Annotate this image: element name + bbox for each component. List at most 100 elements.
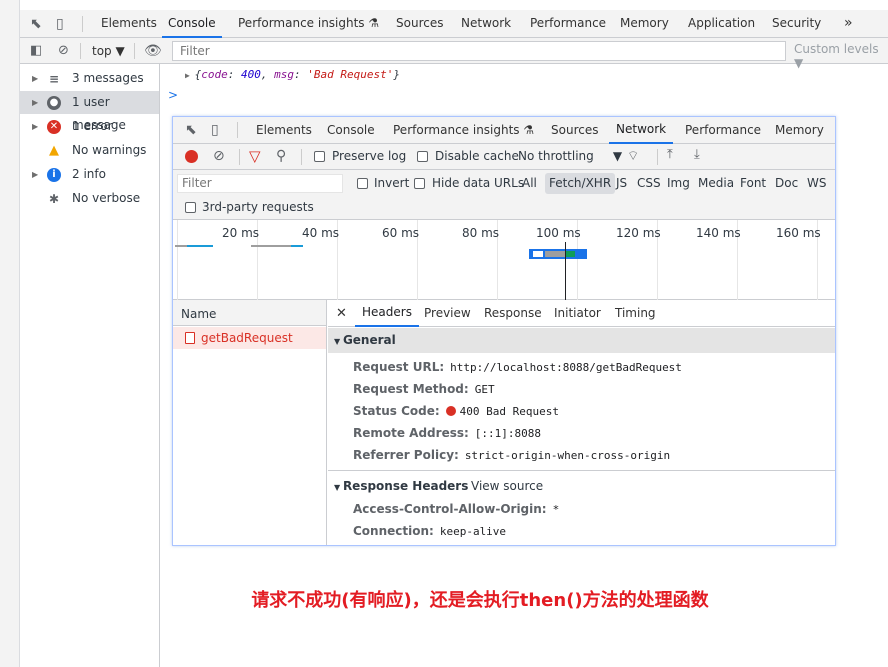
timeline-tick-label: 80 ms xyxy=(462,226,500,240)
tab-application[interactable]: Application xyxy=(688,10,755,38)
throttling-select[interactable]: No throttling ▼ xyxy=(518,149,622,163)
sidebar-toggle-icon[interactable]: ◧ xyxy=(30,43,42,59)
sidebar-item-verbose[interactable]: ✱ No verbose xyxy=(20,187,159,210)
console-filter-input[interactable]: Filter xyxy=(172,41,786,61)
clear-console-icon[interactable]: ⊘ xyxy=(58,43,69,59)
annotation-caption: 请求不成功(有响应)，还是会执行then()方法的处理函数 xyxy=(251,590,709,611)
filter-type-doc[interactable]: Doc xyxy=(775,176,798,190)
tab-sources[interactable]: Sources xyxy=(551,117,598,144)
status-error-icon xyxy=(445,406,456,416)
filter-funnel-icon[interactable]: ▽ xyxy=(249,147,261,165)
clear-icon[interactable]: ⊘ xyxy=(213,148,225,164)
warning-icon: ▲ xyxy=(49,143,59,158)
collapse-arrow-icon: ▼ xyxy=(334,483,343,492)
eye-icon[interactable]: 👁 xyxy=(144,43,162,59)
inspect-element-icon[interactable]: ⬉ xyxy=(185,122,197,138)
device-toolbar-icon[interactable]: ▯ xyxy=(56,16,64,32)
tab-headers[interactable]: Headers xyxy=(355,300,419,327)
tab-timing[interactable]: Timing xyxy=(615,300,656,327)
tab-console[interactable]: Console xyxy=(327,117,375,144)
request-row[interactable]: getBadRequest xyxy=(173,327,326,349)
divider xyxy=(237,122,238,138)
sidebar-item-user-messages[interactable]: ▶ ● 1 user message xyxy=(20,91,159,132)
divider xyxy=(80,43,81,59)
timeline-bar xyxy=(291,245,303,247)
header-row-status-code: Status Code: 400 Bad Request xyxy=(353,404,559,418)
preserve-log-checkbox[interactable] xyxy=(314,151,325,162)
tab-memory[interactable]: Memory xyxy=(620,10,669,38)
more-tabs-button[interactable]: » xyxy=(844,10,853,38)
sidebar-item-label: 1 error xyxy=(72,119,113,133)
import-har-icon[interactable]: ⤒ xyxy=(667,147,673,162)
network-overview-timeline[interactable]: 20 ms 40 ms 60 ms 80 ms 100 ms 120 ms 14… xyxy=(173,220,835,300)
inspect-element-icon[interactable]: ⬉ xyxy=(30,16,42,32)
filter-type-js[interactable]: JS xyxy=(616,176,627,190)
timeline-tick-label: 100 ms xyxy=(536,226,581,240)
network-conditions-icon[interactable]: ⌔ xyxy=(627,148,639,164)
tab-security[interactable]: Security xyxy=(772,10,821,38)
tab-performance-insights[interactable]: Performance insights ⚗ xyxy=(393,117,534,144)
sidebar-item-errors[interactable]: ▶ ✕ 1 error xyxy=(20,115,159,138)
export-har-icon[interactable]: ⤓ xyxy=(694,147,700,162)
filter-type-ws[interactable]: WS xyxy=(807,176,826,190)
expand-arrow-icon: ▶ xyxy=(32,122,39,131)
tab-elements[interactable]: Elements xyxy=(256,117,312,144)
network-filter-input[interactable]: Filter xyxy=(177,174,343,193)
disable-cache-label: Disable cache xyxy=(435,149,519,163)
search-icon[interactable]: ⚲ xyxy=(276,148,286,164)
record-icon[interactable] xyxy=(185,150,198,163)
tab-elements[interactable]: Elements xyxy=(101,10,157,38)
network-panel-screenshot: ⬉ ▯ Elements Console Performance insight… xyxy=(172,116,836,546)
filter-type-all[interactable]: All xyxy=(522,176,537,190)
third-party-checkbox[interactable] xyxy=(185,202,196,213)
console-log-entry[interactable]: ▶ {code: 400, msg: 'Bad Request'} xyxy=(185,68,400,81)
divider xyxy=(82,16,83,32)
tab-label: Performance insights xyxy=(238,16,365,30)
context-label: top xyxy=(92,44,112,58)
sidebar-item-warnings[interactable]: ▲ No warnings xyxy=(20,139,159,162)
tab-preview[interactable]: Preview xyxy=(424,300,471,327)
tab-performance[interactable]: Performance xyxy=(530,10,606,38)
general-section-header[interactable]: ▼ General xyxy=(328,328,835,353)
context-selector[interactable]: top ▼ xyxy=(92,43,125,59)
tab-network[interactable]: Network xyxy=(609,117,674,144)
devtools-tabbar: ⬉ ▯ Elements Console Performance insight… xyxy=(20,10,888,38)
sidebar-item-info[interactable]: ▶ i 2 info xyxy=(20,163,159,186)
sidebar-item-label: 2 info xyxy=(72,167,106,181)
timeline-bar-segment xyxy=(545,251,565,257)
close-icon[interactable]: ✕ xyxy=(336,300,347,327)
tab-console[interactable]: Console xyxy=(162,10,222,38)
tab-performance-insights[interactable]: Performance insights ⚗ xyxy=(238,10,379,38)
filter-type-media[interactable]: Media xyxy=(698,176,734,190)
header-row-remote-address: Remote Address: [::1]:8088 xyxy=(353,426,541,440)
tab-performance[interactable]: Performance xyxy=(685,117,761,144)
device-toolbar-icon[interactable]: ▯ xyxy=(211,122,219,138)
header-key: Access-Control-Allow-Origin: xyxy=(353,502,547,516)
filter-type-fetch-xhr[interactable]: Fetch/XHR xyxy=(545,173,616,194)
disable-cache-checkbox[interactable] xyxy=(417,151,428,162)
timeline-tick-label: 160 ms xyxy=(776,226,821,240)
tab-network[interactable]: Network xyxy=(461,10,511,38)
invert-checkbox[interactable] xyxy=(357,178,368,189)
tab-response[interactable]: Response xyxy=(484,300,542,327)
header-row-acao: Access-Control-Allow-Origin: * xyxy=(353,502,559,516)
header-row-referrer-policy: Referrer Policy: strict-origin-when-cross… xyxy=(353,448,670,462)
expand-arrow-icon: ▶ xyxy=(32,170,39,179)
console-prompt[interactable]: > xyxy=(168,88,178,102)
response-headers-section-header[interactable]: ▼ Response Headers View source xyxy=(328,470,835,498)
sidebar-item-messages[interactable]: ▶ ≡ 3 messages xyxy=(20,67,159,90)
filter-type-css[interactable]: CSS xyxy=(637,176,661,190)
hide-data-urls-checkbox[interactable] xyxy=(414,178,425,189)
timeline-tick-label: 140 ms xyxy=(696,226,741,240)
tab-initiator[interactable]: Initiator xyxy=(554,300,601,327)
timeline-tick-label: 40 ms xyxy=(302,226,340,240)
view-source-link[interactable]: View source xyxy=(471,471,543,501)
name-column-header[interactable]: Name xyxy=(173,300,326,326)
filter-type-img[interactable]: Img xyxy=(667,176,690,190)
tab-memory[interactable]: Memory xyxy=(775,117,824,144)
filter-type-font[interactable]: Font xyxy=(740,176,766,190)
divider xyxy=(301,149,302,165)
tab-sources[interactable]: Sources xyxy=(396,10,443,38)
invert-label: Invert xyxy=(374,176,410,190)
collapse-arrow-icon: ▼ xyxy=(334,337,343,346)
